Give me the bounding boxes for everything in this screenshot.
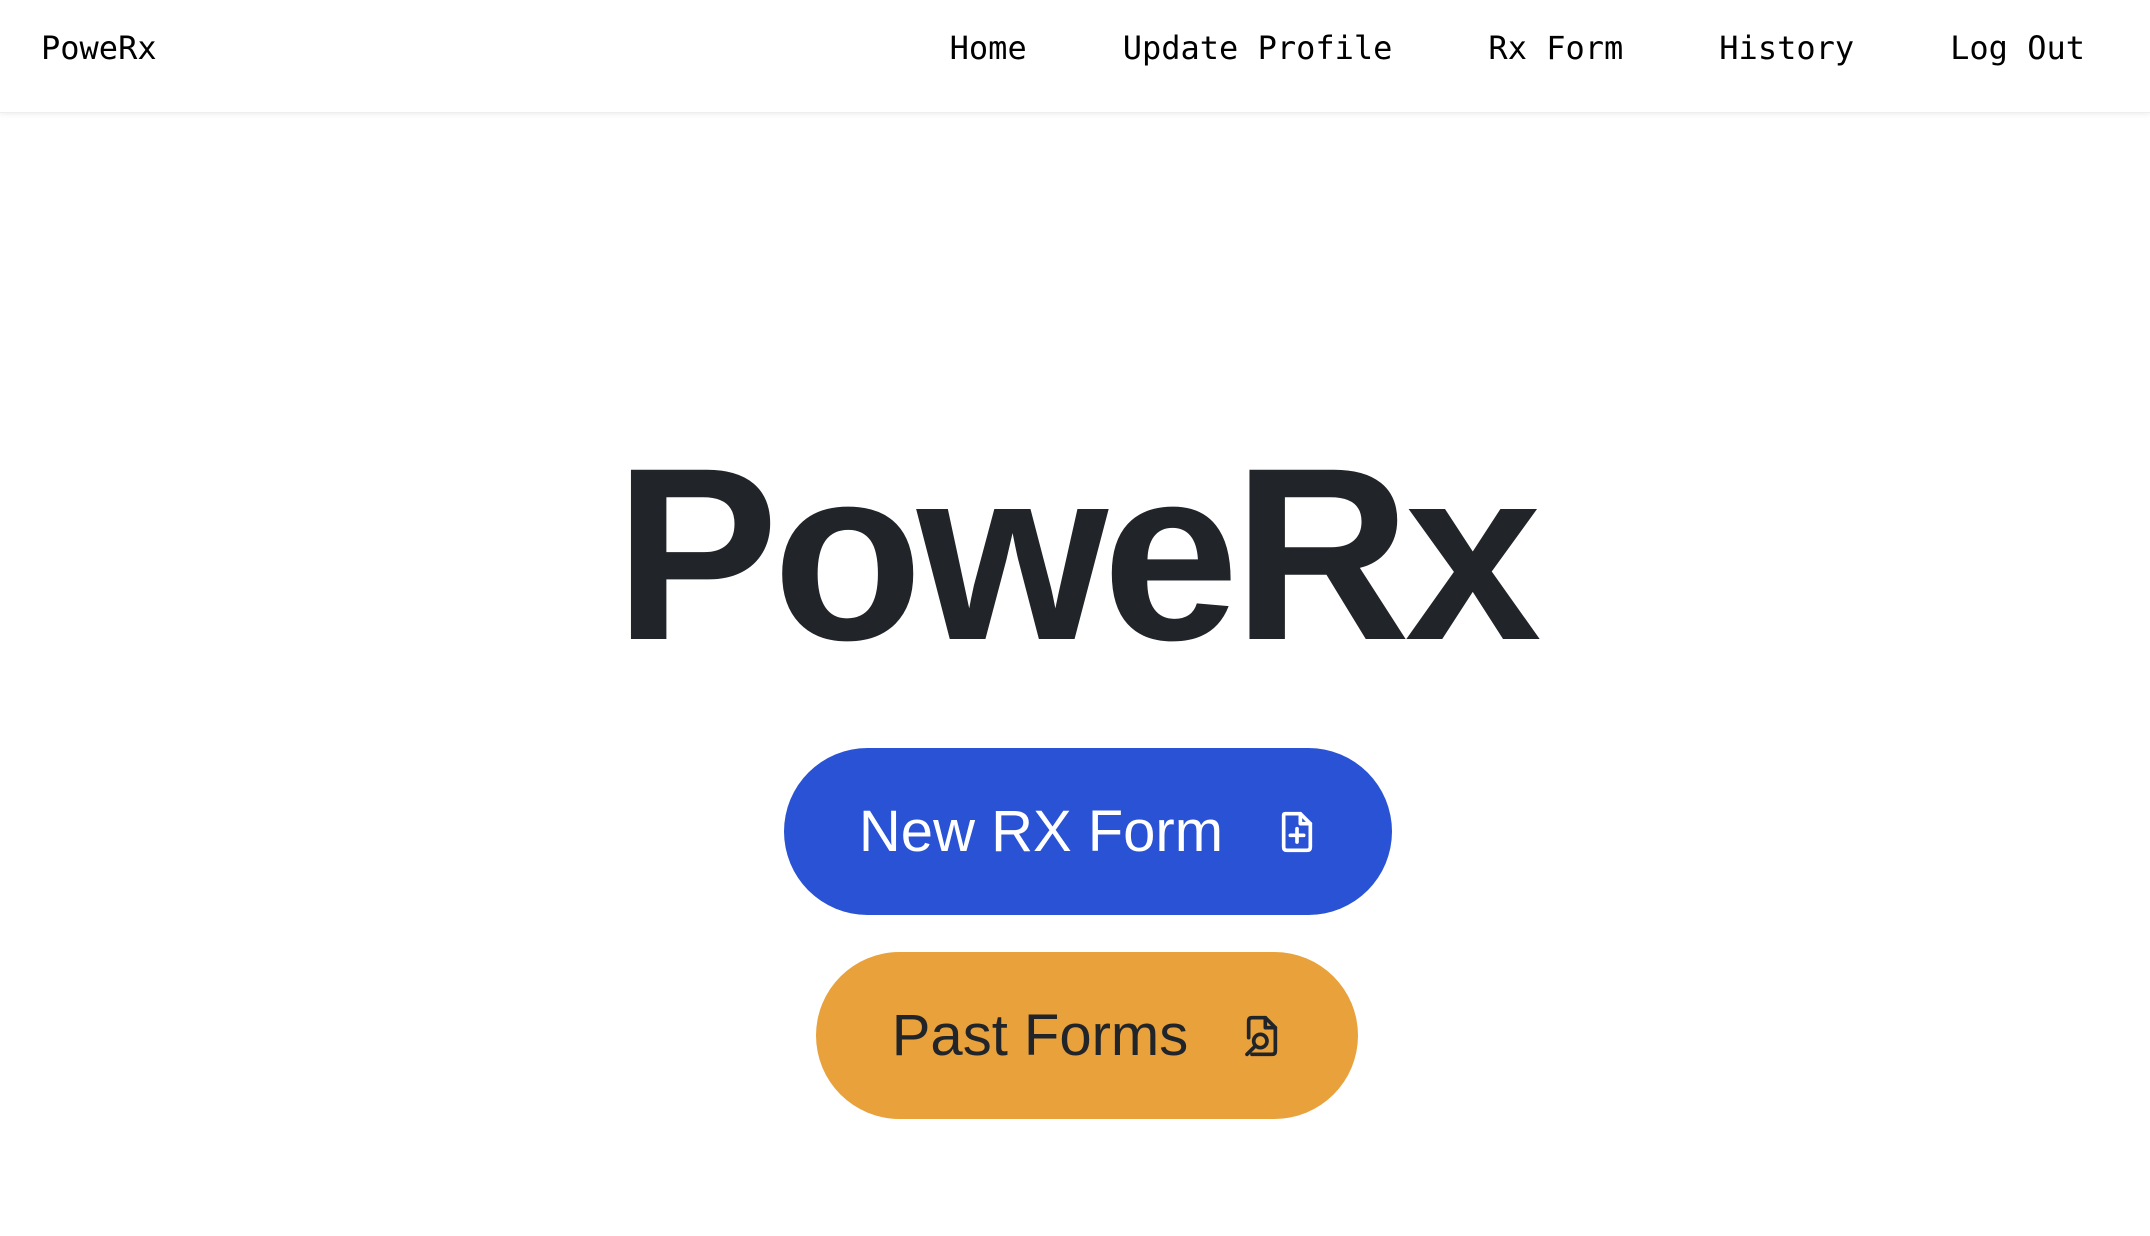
- file-search-icon: [1242, 1014, 1282, 1058]
- new-rx-form-label: New RX Form: [858, 799, 1224, 864]
- nav-links: Home Update Profile Rx Form History Log …: [950, 28, 2085, 68]
- hero-title: PoweRx: [614, 417, 1542, 692]
- top-navbar: PoweRx Home Update Profile Rx Form Histo…: [0, 0, 2150, 113]
- file-plus-icon: [1277, 810, 1317, 854]
- new-rx-form-button[interactable]: New RX Form: [784, 748, 1392, 915]
- nav-link-log-out[interactable]: Log Out: [1950, 28, 2085, 68]
- past-forms-label: Past Forms: [891, 1003, 1189, 1068]
- nav-link-rx-form[interactable]: Rx Form: [1488, 28, 1623, 68]
- nav-link-update-profile[interactable]: Update Profile: [1123, 28, 1393, 68]
- brand-link[interactable]: PoweRx: [41, 28, 157, 68]
- nav-link-home[interactable]: Home: [950, 28, 1027, 68]
- nav-link-history[interactable]: History: [1719, 28, 1854, 68]
- past-forms-button[interactable]: Past Forms: [816, 952, 1358, 1119]
